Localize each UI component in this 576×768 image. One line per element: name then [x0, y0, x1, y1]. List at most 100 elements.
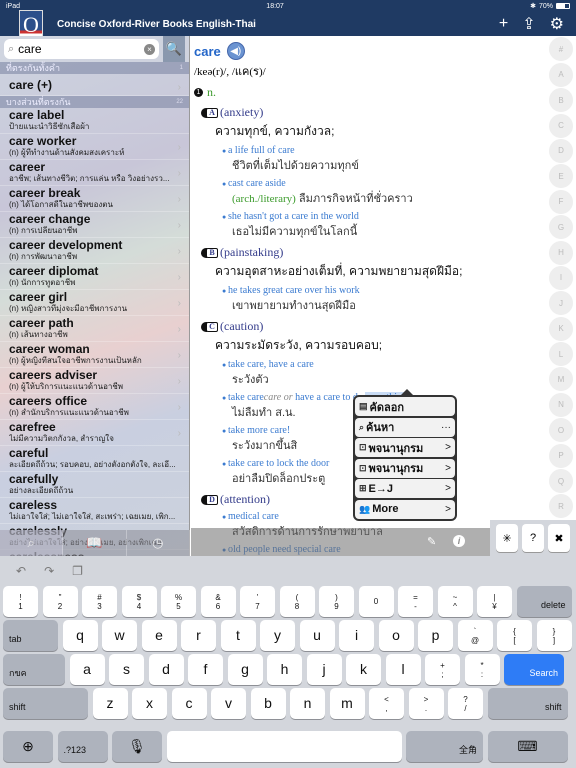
key[interactable]: a: [69, 654, 105, 685]
key[interactable]: (8: [279, 586, 315, 617]
list-item[interactable]: career change (n) การเปลี่ยนอาชีพ ›: [0, 212, 189, 238]
key[interactable]: i: [339, 620, 374, 651]
index-letter[interactable]: E: [549, 164, 573, 189]
space-key[interactable]: [166, 731, 402, 762]
delete-key[interactable]: delete: [516, 586, 572, 617]
list-item[interactable]: care label ป้ายแนะนำวิธีซักเสื้อผ้า: [0, 108, 189, 134]
key[interactable]: v: [211, 688, 246, 719]
index-letter[interactable]: L: [549, 342, 573, 367]
menu-item[interactable]: ⌕ ค้นหา ···: [355, 417, 455, 437]
shift-key-left[interactable]: shift: [3, 688, 88, 719]
index-letter[interactable]: Q: [549, 469, 573, 494]
search-key[interactable]: Search: [504, 654, 564, 685]
list-item[interactable]: careers adviser (n) ผู้ให้บริการแนะแนวด้า…: [0, 368, 189, 394]
list-item-exact[interactable]: care (+) ›: [0, 74, 189, 96]
key[interactable]: b: [250, 688, 286, 719]
key[interactable]: w: [102, 620, 137, 651]
list-item[interactable]: carefully อย่างละเอียดถี่ถ้วน: [0, 472, 189, 498]
wildcard-button[interactable]: ✳: [496, 524, 518, 552]
list-item[interactable]: career woman (n) ผู้หญิงที่สนใจอาชีพการงา…: [0, 342, 189, 368]
tab-history[interactable]: ◷: [127, 530, 190, 556]
key[interactable]: % 5: [161, 586, 196, 617]
key[interactable]: n: [290, 688, 325, 719]
redo-icon[interactable]: ↷: [44, 564, 54, 578]
key[interactable]: >.: [408, 688, 444, 719]
index-letter[interactable]: I: [549, 265, 573, 290]
index-letter[interactable]: H: [549, 240, 573, 265]
info-icon[interactable]: i: [453, 535, 465, 547]
tab-search[interactable]: ⌕: [0, 530, 64, 556]
list-item[interactable]: careers office (n) สำนักบริการแนะแนวด้านอ…: [0, 394, 189, 420]
shift-key-right[interactable]: shift: [487, 688, 568, 719]
index-letter[interactable]: N: [549, 392, 573, 417]
index-letter[interactable]: R: [549, 494, 573, 519]
globe-icon[interactable]: ⊕: [3, 731, 53, 762]
index-letter[interactable]: F: [549, 189, 573, 214]
paste-icon[interactable]: ❐: [72, 564, 83, 578]
help-button[interactable]: ?: [522, 524, 544, 552]
index-letter[interactable]: A: [549, 62, 573, 87]
close-button[interactable]: ✖: [548, 524, 570, 552]
share-icon[interactable]: ⇪: [522, 14, 535, 34]
speaker-icon[interactable]: ◀): [226, 42, 245, 60]
key[interactable]: ! 1: [3, 586, 38, 617]
plus-icon[interactable]: +: [499, 15, 508, 33]
key[interactable]: 0: [358, 586, 394, 617]
index-letter[interactable]: K: [549, 316, 573, 341]
numbers-key[interactable]: .?123: [57, 731, 108, 762]
list-item[interactable]: carefree ไม่มีความวิตกกังวล, สำราญใจ ›: [0, 420, 189, 446]
key[interactable]: = -: [398, 586, 433, 617]
list-item[interactable]: career development (n) การพัฒนาอาชีพ ›: [0, 238, 189, 264]
search-input[interactable]: ⌕ care ×: [4, 39, 159, 59]
key[interactable]: & 6: [200, 586, 236, 617]
key[interactable]: k: [346, 654, 381, 685]
key[interactable]: r: [181, 620, 216, 651]
fullwidth-key[interactable]: 全角: [406, 731, 483, 762]
key[interactable]: c: [171, 688, 207, 719]
menu-item[interactable]: ⊡ พจนานุกรม >: [355, 458, 455, 478]
key[interactable]: ~ ^: [437, 586, 473, 617]
undo-icon[interactable]: ↶: [16, 564, 26, 578]
tab-bookmarks[interactable]: 📖: [63, 530, 127, 556]
index-letter[interactable]: P: [549, 443, 573, 468]
key[interactable]: j: [306, 654, 342, 685]
key[interactable]: f: [188, 654, 223, 685]
index-letter[interactable]: #: [549, 37, 573, 62]
key[interactable]: l: [385, 654, 421, 685]
key[interactable]: }]: [536, 620, 572, 651]
key[interactable]: {[: [497, 620, 532, 651]
menu-item[interactable]: ▤ คัดลอก: [355, 397, 455, 416]
example-english[interactable]: take care, have a care: [222, 359, 531, 370]
key[interactable]: t: [220, 620, 256, 651]
language-key[interactable]: กขค: [3, 654, 65, 685]
example-english[interactable]: cast care aside: [222, 178, 531, 189]
menu-item[interactable]: 👥 More >: [355, 499, 455, 519]
key[interactable]: *:: [464, 654, 500, 685]
key[interactable]: m: [329, 688, 365, 719]
tab-key[interactable]: tab: [3, 620, 58, 651]
key[interactable]: | ¥: [477, 586, 512, 617]
key[interactable]: q: [62, 620, 98, 651]
list-item[interactable]: career diplomat (n) นักการทูตอาชีพ ›: [0, 264, 189, 290]
list-item[interactable]: career path (n) เส้นทางอาชีพ ›: [0, 316, 189, 342]
menu-item[interactable]: ⊡ พจนานุกรม >: [355, 438, 455, 457]
index-letter[interactable]: B: [549, 88, 573, 113]
edit-icon[interactable]: ✎: [427, 535, 436, 548]
key[interactable]: <,: [369, 688, 404, 719]
menu-item[interactable]: ⊞ E→J >: [355, 479, 455, 498]
list-item[interactable]: career break (n) ได้โอกาสดีในอาชีพของตน ›: [0, 186, 189, 212]
key[interactable]: o: [378, 620, 414, 651]
list-item[interactable]: career girl (n) หญิงสาวที่มุ่งจะมีอาชีพกา…: [0, 290, 189, 316]
key[interactable]: d: [148, 654, 184, 685]
key[interactable]: +;: [425, 654, 460, 685]
key[interactable]: ) 9: [319, 586, 354, 617]
index-letter[interactable]: O: [549, 418, 573, 443]
key[interactable]: y: [260, 620, 295, 651]
search-value[interactable]: care: [18, 42, 144, 56]
list-item[interactable]: careful ละเอียดถี่ถ้วน; รอบคอบ, อย่างตั้ง…: [0, 446, 189, 472]
key[interactable]: s: [109, 654, 144, 685]
keyboard-dismiss-icon[interactable]: ⌨: [487, 731, 568, 762]
index-letter[interactable]: C: [549, 113, 573, 138]
key[interactable]: g: [227, 654, 263, 685]
list-item[interactable]: career อาชีพ; เส้นทางชีวิต; การแล่น หรือ …: [0, 160, 189, 186]
